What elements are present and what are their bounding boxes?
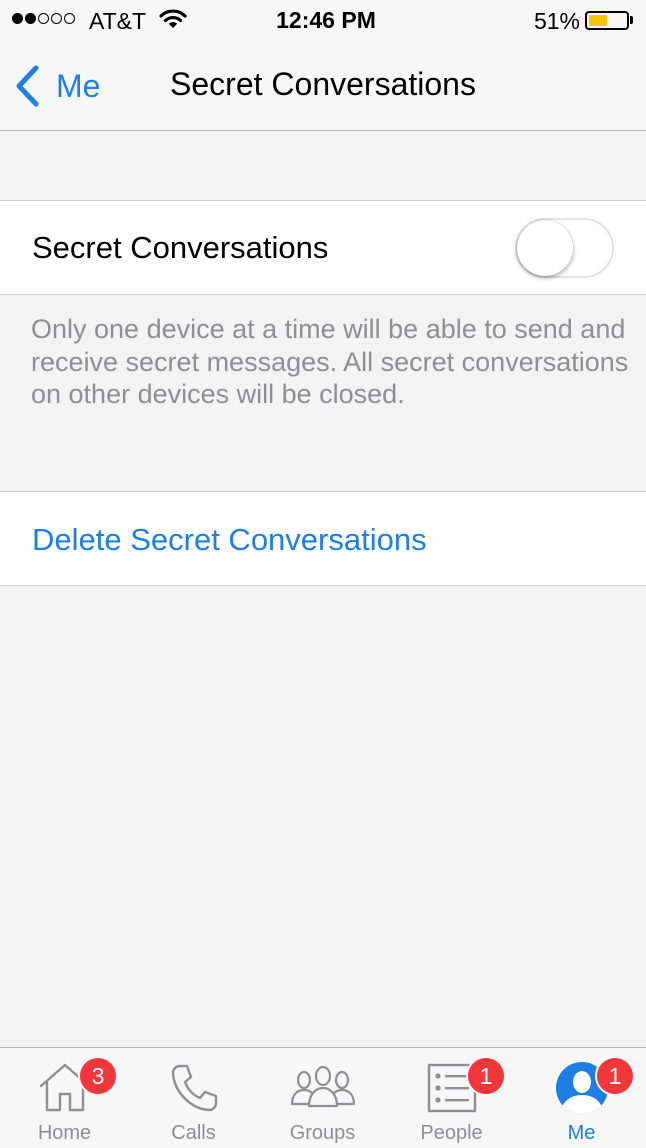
me-badge: 1 xyxy=(595,1056,635,1096)
back-label: Me xyxy=(56,67,101,104)
tab-label-me: Me xyxy=(567,1122,596,1144)
people-badge: 1 xyxy=(466,1056,506,1096)
battery-percent: 51% xyxy=(533,8,580,34)
tab-label-groups: Groups xyxy=(289,1122,356,1144)
secret-conversations-row: Secret Conversations xyxy=(0,200,646,295)
navigation-bar: Secret Conversations Me xyxy=(0,42,646,131)
delete-secret-conversations-button[interactable]: Delete Secret Conversations xyxy=(32,522,427,558)
home-badge: 3 xyxy=(78,1056,118,1096)
tab-home[interactable]: Home 3 xyxy=(0,1048,129,1148)
battery-icon xyxy=(585,11,629,30)
secret-conversations-footer-note: Only one device at a time will be able t… xyxy=(31,314,629,409)
tab-bar: Home 3 Calls Groups People 1 Me 1 xyxy=(0,1047,646,1147)
chevron-left-icon xyxy=(16,65,39,107)
tab-label-home: Home xyxy=(37,1122,92,1144)
tab-label-calls: Calls xyxy=(171,1122,216,1144)
phone-icon xyxy=(171,1064,217,1112)
delete-secret-conversations-row[interactable]: Delete Secret Conversations xyxy=(0,491,646,586)
tab-me[interactable]: Me 1 xyxy=(517,1048,646,1148)
back-button[interactable]: Me xyxy=(14,64,100,108)
battery-nub xyxy=(630,16,633,24)
tab-groups[interactable]: Groups xyxy=(258,1048,387,1148)
status-bar: AT&T 12:46 PM 51% xyxy=(0,0,646,42)
secret-conversations-toggle[interactable] xyxy=(515,218,614,278)
groups-icon xyxy=(290,1065,355,1108)
toggle-knob xyxy=(517,220,573,276)
battery-level xyxy=(589,15,607,26)
tab-people[interactable]: People 1 xyxy=(387,1048,516,1148)
tab-calls[interactable]: Calls xyxy=(129,1048,258,1148)
tab-label-people: People xyxy=(420,1122,483,1144)
secret-conversations-label: Secret Conversations xyxy=(32,230,329,265)
